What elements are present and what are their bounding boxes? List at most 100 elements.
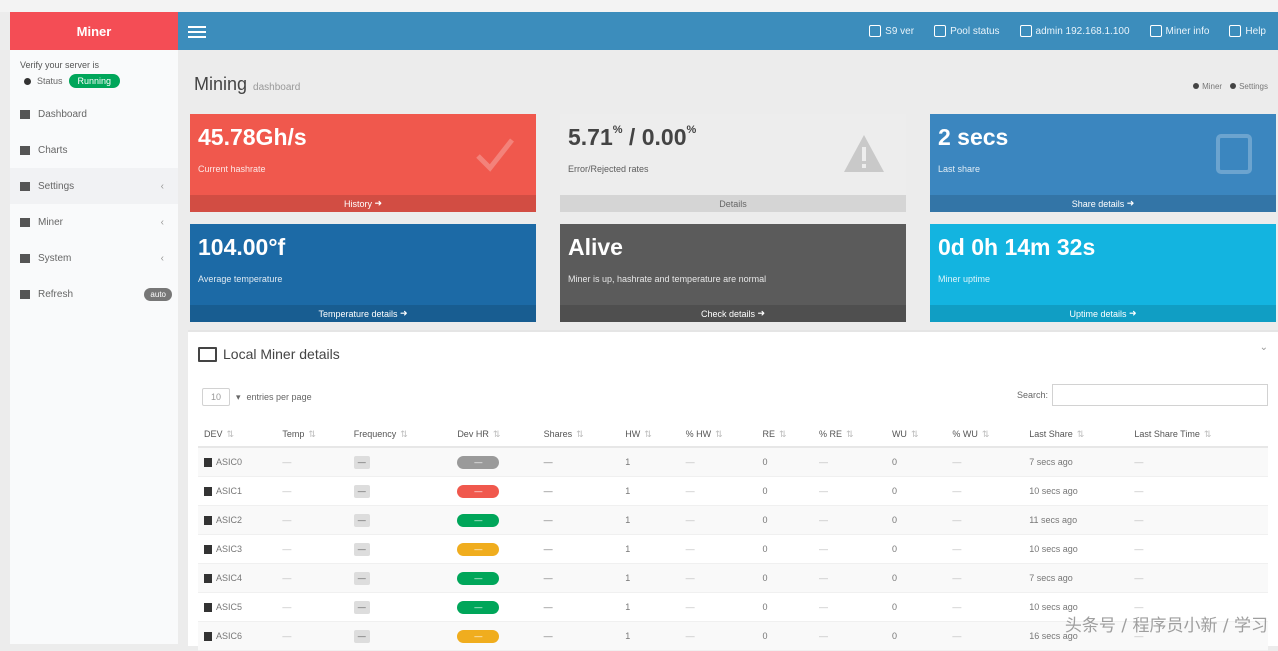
cell-temp: — xyxy=(276,621,348,651)
col-wu[interactable]: WU ⇅ xyxy=(885,422,947,448)
cpu-icon xyxy=(869,25,882,37)
col-dev-hr[interactable]: Dev HR ⇅ xyxy=(451,422,538,448)
search-label: Search: xyxy=(1016,390,1048,400)
hashrate-badge: — xyxy=(457,629,500,643)
sidebar-item-charts[interactable]: Charts xyxy=(10,132,178,168)
dashboard-icon xyxy=(20,109,30,119)
card-footer-link[interactable]: Check details ➜ xyxy=(560,305,906,322)
topnav-item-1[interactable]: Pool status xyxy=(934,25,1000,37)
cell-hr: — xyxy=(451,534,538,564)
cell-hw: 1 xyxy=(619,476,680,506)
cell-dev: ASIC1 xyxy=(198,476,277,506)
device-icon xyxy=(204,487,212,497)
card-footer-link[interactable]: Share details ➜ xyxy=(930,195,1276,212)
sidebar-item-label: Refresh xyxy=(38,288,74,300)
page-length-select[interactable]: 10 xyxy=(202,388,230,406)
cell-hw: 1 xyxy=(619,534,680,564)
card-footer-link[interactable]: Uptime details ➜ xyxy=(930,305,1276,322)
home-icon xyxy=(1193,83,1200,89)
sidebar-item-dashboard[interactable]: Dashboard xyxy=(10,96,178,132)
page-length-control: 10 ▾ entries per page xyxy=(202,388,312,406)
cell-dev: ASIC4 xyxy=(198,563,277,593)
col-pct-hw[interactable]: % HW ⇅ xyxy=(679,422,757,448)
col-dev[interactable]: DEV ⇅ xyxy=(198,422,277,448)
cell-pre: — xyxy=(812,563,886,593)
topnav-item-4[interactable]: Help xyxy=(1229,25,1266,37)
sidebar-notice: Verify your server is xyxy=(20,60,100,70)
topnav-item-3[interactable]: Miner info xyxy=(1149,25,1209,37)
status-badge: Running xyxy=(68,74,121,88)
table-row: ASIC4— — — —1—0—0—7 secs ago — xyxy=(198,563,1268,593)
cell-freq: — xyxy=(347,476,452,506)
card-value: 104.00°f xyxy=(198,234,286,260)
card-footer-link[interactable]: Temperature details ➜ xyxy=(190,305,536,322)
cell-time: — xyxy=(1128,505,1268,535)
gear-icon xyxy=(1230,83,1237,89)
cell-shares: — xyxy=(537,621,620,651)
cell-hr: — xyxy=(451,447,538,477)
col-temp[interactable]: Temp ⇅ xyxy=(276,422,348,448)
sidebar-item-settings[interactable]: Settings ‹ xyxy=(10,168,178,204)
monitor-icon xyxy=(198,346,217,362)
brand-logo[interactable]: Miner xyxy=(10,12,178,50)
cell-phw: — xyxy=(679,563,757,593)
card-subtitle: Error/Rejected rates xyxy=(568,164,649,174)
collapse-icon[interactable]: ⌄ xyxy=(1260,342,1268,353)
cell-shares: — xyxy=(537,563,620,593)
sidebar-item-system[interactable]: System ‹ xyxy=(10,240,178,276)
cell-freq: — xyxy=(347,621,452,651)
topnav-item-0[interactable]: S9 ver xyxy=(869,25,914,37)
breadcrumb-current: Settings xyxy=(1230,82,1268,91)
col-shares[interactable]: Shares ⇅ xyxy=(537,422,620,448)
device-icon xyxy=(204,545,212,555)
cell-temp: — xyxy=(276,505,348,535)
refresh-badge[interactable]: auto xyxy=(144,287,172,301)
search-input[interactable] xyxy=(1052,384,1268,406)
card-value: 0d 0h 14m 32s xyxy=(938,234,1096,260)
breadcrumb-home[interactable]: Miner xyxy=(1193,82,1222,91)
cell-pwu: — xyxy=(946,476,1024,506)
hashrate-badge: — xyxy=(457,513,500,527)
cell-temp: — xyxy=(276,476,348,506)
col-last-share-time[interactable]: Last Share Time ⇅ xyxy=(1128,422,1268,448)
card-value: 45.78Gh/s xyxy=(198,124,307,150)
topnav-label: admin 192.168.1.100 xyxy=(1035,25,1130,37)
cell-wu: 0 xyxy=(885,505,947,535)
uptime-card: 0d 0h 14m 32s Miner uptime Uptime detail… xyxy=(930,224,1276,322)
col-frequency[interactable]: Frequency ⇅ xyxy=(347,422,452,448)
cell-shares: — xyxy=(537,476,620,506)
cell-temp: — xyxy=(276,592,348,622)
cell-freq: — xyxy=(347,505,452,535)
col-hw[interactable]: HW ⇅ xyxy=(619,422,680,448)
cell-temp: — xyxy=(276,447,348,477)
check-icon xyxy=(476,138,514,172)
sidebar-item-miner[interactable]: Miner ‹ xyxy=(10,204,178,240)
system-icon xyxy=(20,253,30,263)
cell-temp: — xyxy=(276,563,348,593)
col-re[interactable]: RE ⇅ xyxy=(756,422,813,448)
cell-last: 7 secs ago xyxy=(1023,447,1129,477)
sidebar-item-refresh[interactable]: Refresh auto xyxy=(10,276,178,312)
top-nav: S9 ver Pool status admin 192.168.1.100 M… xyxy=(869,12,1278,50)
card-footer-link[interactable]: Details xyxy=(560,195,906,212)
device-icon xyxy=(204,458,212,468)
cell-dev: ASIC6 xyxy=(198,621,277,651)
rejected-rate-unit: % xyxy=(686,124,697,136)
menu-toggle-icon[interactable] xyxy=(188,23,206,39)
table-row: ASIC1— — — —1—0—0—10 secs ago — xyxy=(198,476,1268,506)
error-rate-card: 5.71% / 0.00% Error/Rejected rates Detai… xyxy=(560,114,906,212)
hashrate-badge: — xyxy=(457,542,500,556)
chevron-left-icon: ‹ xyxy=(160,216,164,228)
cell-pre: — xyxy=(812,621,886,651)
card-footer-link[interactable]: History ➜ xyxy=(190,195,536,212)
cell-time: — xyxy=(1128,476,1268,506)
topnav-item-2[interactable]: admin 192.168.1.100 xyxy=(1019,25,1130,37)
cell-shares: — xyxy=(537,505,620,535)
col-pct-re[interactable]: % RE ⇅ xyxy=(812,422,886,448)
status-label: Status xyxy=(37,76,63,86)
col-last-share[interactable]: Last Share ⇅ xyxy=(1023,422,1129,448)
cell-re: 0 xyxy=(756,476,813,506)
cell-hw: 1 xyxy=(619,592,680,622)
col-pct-wu[interactable]: % WU ⇅ xyxy=(946,422,1024,448)
arrow-circle-icon: ➜ xyxy=(1126,198,1135,208)
